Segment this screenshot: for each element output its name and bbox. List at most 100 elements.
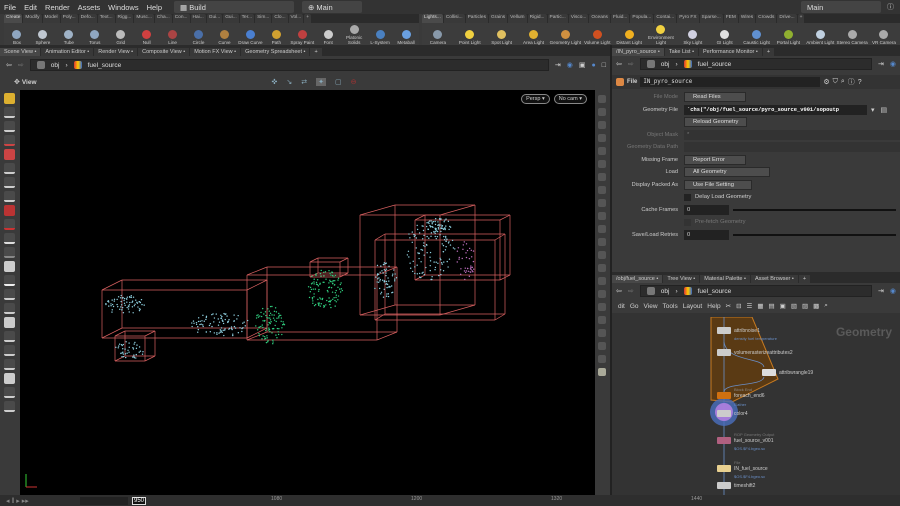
viewport-tool-icon[interactable] <box>4 303 15 314</box>
shelf-tool-ambient-light[interactable]: Ambient Light <box>804 30 836 45</box>
select-mode-icon[interactable]: ✦ <box>316 78 326 86</box>
pane-tab[interactable]: Scene View • <box>0 48 40 56</box>
clock-icon[interactable]: ◉ <box>890 60 896 68</box>
node-body[interactable] <box>717 465 731 472</box>
file-browse-icon[interactable]: ▤ <box>881 106 888 114</box>
cache-frames-input[interactable]: 0 <box>684 205 729 215</box>
shelf-tool-box[interactable]: Box <box>4 30 30 45</box>
add-tab-icon[interactable]: + <box>763 48 774 56</box>
network-tool-icon[interactable]: ⊟ <box>736 302 741 310</box>
shelf-tab[interactable]: Create <box>4 14 22 23</box>
shelf-tab[interactable]: Musc... <box>134 14 153 23</box>
node-body[interactable] <box>762 369 776 376</box>
menu-help[interactable]: Help <box>143 3 166 12</box>
shelf-tab[interactable]: Collisi... <box>444 14 465 23</box>
shelf-tool-path[interactable]: Path <box>263 30 289 45</box>
viewport-tool-icon[interactable] <box>4 135 15 146</box>
object-mask-input[interactable]: * <box>684 130 900 140</box>
shelf-tool-camera[interactable]: Camera <box>422 30 454 45</box>
geometry-file-input[interactable]: `chs("/obj/fuel_source/pyro_source_v001/… <box>684 105 867 115</box>
viewport-tool-icon[interactable] <box>4 149 15 160</box>
display-option-icon[interactable] <box>598 147 606 155</box>
clock-icon[interactable]: ◉ <box>567 61 573 69</box>
network-menu-go[interactable]: Go <box>630 303 639 310</box>
shelf-tool-volume-light[interactable]: Volume Light <box>581 30 613 45</box>
shelf-tab[interactable]: Particles <box>466 14 488 23</box>
display-packed-select[interactable]: Use File Setting <box>684 180 752 190</box>
viewport-tool-icon[interactable] <box>4 373 15 384</box>
display-options-icon[interactable]: ▣ <box>579 61 586 69</box>
display-option-icon[interactable] <box>598 108 606 116</box>
shelf-tab[interactable]: Lights... <box>422 14 443 23</box>
delay-load-checkbox[interactable] <box>684 194 691 201</box>
gear-icon[interactable]: ⚙ <box>823 78 829 86</box>
node-body[interactable] <box>717 482 731 489</box>
display-option-icon[interactable] <box>598 303 606 311</box>
search-icon[interactable]: ⌕ <box>841 78 845 86</box>
shelf-tab[interactable]: Poly... <box>61 14 78 23</box>
path-fuel-source[interactable]: fuel_source <box>698 61 732 68</box>
shelf-tab[interactable]: FEM <box>724 14 738 23</box>
close-tab-icon[interactable]: • <box>130 49 133 55</box>
help-icon[interactable]: ? <box>858 79 862 86</box>
shelf-tool-grid[interactable]: Grid <box>108 30 134 45</box>
data-path-input[interactable] <box>684 142 900 152</box>
frame-input[interactable] <box>80 497 128 505</box>
forward-arrow-icon[interactable]: ⇨ <box>18 61 24 69</box>
shelf-tab[interactable]: Sparse... <box>700 14 723 23</box>
shelf-tool-point-light[interactable]: Point Light <box>454 30 486 45</box>
shelf-tab[interactable]: Pyro FX <box>677 14 698 23</box>
shelf-tab[interactable]: Con... <box>173 14 190 23</box>
viewport-tool-icon[interactable] <box>4 359 15 370</box>
current-frame[interactable]: 950 <box>132 497 146 505</box>
display-option-icon[interactable] <box>598 225 606 233</box>
display-option-icon[interactable] <box>598 95 606 103</box>
pane-tab[interactable]: Motion FX View • <box>190 48 240 56</box>
desktop-selector[interactable]: ▦ Build <box>174 1 294 13</box>
pane-tab[interactable]: Composite View • <box>138 48 189 56</box>
viewport-tool-icon[interactable] <box>4 233 15 244</box>
viewport-tool-icon[interactable] <box>4 93 15 104</box>
path-obj[interactable]: obj <box>661 288 670 295</box>
shelf-tab[interactable]: Visco... <box>569 14 589 23</box>
display-option-icon[interactable] <box>598 121 606 129</box>
shelf-tab[interactable]: Gui... <box>207 14 222 23</box>
shelf-tab[interactable]: Fluid... <box>611 14 629 23</box>
help-icon[interactable]: ⓘ <box>887 2 894 12</box>
shelf-tab[interactable]: Vol... <box>289 14 304 23</box>
close-tab-icon[interactable]: • <box>656 49 659 55</box>
shelf-tool-stereo-camera[interactable]: Stereo Camera <box>836 30 868 45</box>
add-tab-icon[interactable]: + <box>799 275 810 283</box>
display-option-icon[interactable] <box>598 251 606 259</box>
node-attribnoise1[interactable]: attribnoise1 <box>717 327 760 334</box>
shelf-tab[interactable]: Oceans <box>589 14 610 23</box>
display-option-icon[interactable] <box>598 186 606 194</box>
close-tab-icon[interactable]: • <box>754 49 757 55</box>
menu-assets[interactable]: Assets <box>74 3 105 12</box>
display-option-icon[interactable] <box>598 277 606 285</box>
shelf-tab[interactable]: Grains <box>489 14 507 23</box>
display-option-icon[interactable] <box>598 290 606 298</box>
shelf-tool-circle[interactable]: Circle <box>186 30 212 45</box>
shelf-tool-line[interactable]: Line <box>160 30 186 45</box>
shelf-tab[interactable]: Partic... <box>548 14 568 23</box>
viewport-tool-icon[interactable] <box>4 401 15 412</box>
shelf-tab[interactable]: Rigg... <box>116 14 134 23</box>
display-option-icon[interactable] <box>598 264 606 272</box>
pane-tab[interactable]: Render View • <box>94 48 137 56</box>
shelf-tab[interactable]: Crowds <box>756 14 776 23</box>
node-name-field[interactable]: IN_pyro_source <box>640 77 820 87</box>
shelf-tool-metaball[interactable]: Metaball <box>393 30 419 45</box>
stop-icon[interactable]: ⊖ <box>351 78 357 86</box>
network-menu-view[interactable]: View <box>644 303 658 310</box>
shelf-tool-sky-light[interactable]: Sky Light <box>677 30 709 45</box>
shelf-tool-distant-light[interactable]: Distant Light <box>613 30 645 45</box>
close-tab-icon[interactable]: • <box>182 49 185 55</box>
forward-arrow-icon[interactable]: ⇨ <box>628 287 634 295</box>
back-arrow-icon[interactable]: ⇦ <box>616 287 622 295</box>
shelf-tab[interactable]: Drive... <box>777 14 796 23</box>
node-body[interactable] <box>717 392 731 399</box>
network-tool-icon[interactable]: ▦ <box>757 302 763 310</box>
viewport-tool-icon[interactable] <box>4 191 15 202</box>
node-fuel_source_v001[interactable]: fuel_source_v001 <box>717 437 773 444</box>
